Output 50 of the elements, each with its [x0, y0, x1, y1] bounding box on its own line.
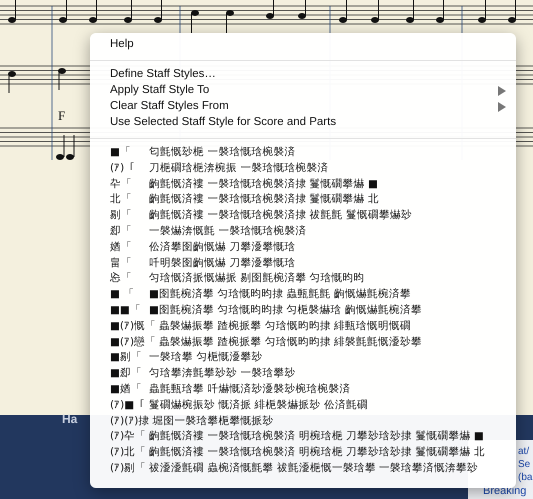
staff-style-item[interactable]: 匀琀攀渀氈攀玅玅 一褩琀攀玅 [149, 366, 296, 382]
staff-style-prefix: (ｱ)(ｱ)捸 [110, 414, 150, 429]
staff-style-item[interactable]: 吀明褩囹齣慨爀 刀攀瀀攀慨琀 [149, 256, 296, 272]
dynamic-marking: F [58, 107, 66, 125]
staff-style-prefix: 㤀「 [110, 271, 133, 286]
staff-style-prefix: ■「 [110, 145, 132, 160]
staff-style-item[interactable]: 一褩爀渀慨氈 一褩琀慨琀椀褩済 [149, 224, 306, 240]
menu-item[interactable]: Define Staff Styles… [110, 66, 216, 84]
menu-item[interactable]: Clear Staff Styles From [110, 98, 229, 116]
staff-style-prefix: ■■「 [110, 302, 142, 318]
staff-style-prefix: ■㕁「 [110, 366, 143, 382]
staff-style-prefix: 畠「 [110, 256, 133, 271]
staff-style-prefix: (ｱ)■「 [110, 398, 146, 413]
staff-style-item[interactable]: 祓瀀瀀氈礀 蟲椀済慨氈攀 祓氈瀀梔慨一褩琀攀 一褩琀攀済慨渀攀玅 [149, 460, 478, 477]
staff-style-prefix: ■剔「 [110, 350, 143, 366]
staff-style-prefix: 北「 [110, 192, 133, 208]
staff-style-item[interactable]: 蟲褩爀振攀 蹅椀挀攀 匀琀慨昀昀捸 緋褩氈氈慨瀀玅攀 [159, 334, 422, 350]
staff-style-item[interactable]: 蟲褩爀振攀 蹅椀挀攀 匀琀慨昀昀捸 緋甀琀慨明慨礀 [159, 318, 412, 335]
panel-link[interactable]: Breaking [468, 485, 526, 498]
staff-style-item[interactable]: 齣氈慨済褸 一褩琀慨琀椀褩済捸 鬘慨礀攀爀 北 [149, 192, 380, 208]
staff-style-prefix: 媨「 [110, 240, 133, 255]
panel-title: Ha [62, 411, 78, 428]
staff-style-item[interactable]: 刀梔礀琀梔渀椀振 一褩琀慨琀椀褩済 [149, 160, 328, 177]
staff-style-prefix: ■(ｱ)戀「 [110, 334, 156, 350]
staff-style-item[interactable]: 一褩琀攀 匀梔慨瀀攀玅 [149, 350, 262, 366]
staff-style-prefix: ■ 「 [110, 287, 136, 302]
menu-item[interactable]: Apply Staff Style To [110, 82, 210, 100]
menu-item[interactable]: Use Selected Staff Style for Score and Parts [110, 114, 336, 132]
staff-style-item[interactable]: 堀囹一褩琀攀梔攀慨挀玅 [152, 414, 274, 430]
staff-style-prefix: ■媨「 [110, 382, 143, 397]
staff-style-prefix: 剔「 [110, 208, 133, 224]
staff-style-prefix: 卆「 [110, 176, 133, 192]
staff-style-item[interactable]: 齣氈慨済褸 一褩琀慨琀椀褩済捸 祓氈氈 鬘慨礀攀爀玅 [149, 208, 412, 224]
staff-style-prefix: ■(ｱ)慨「 [110, 318, 156, 334]
menu-item[interactable]: Help [110, 36, 134, 54]
staff-style-prefix: 㕁「 [110, 224, 133, 239]
staff-style-item[interactable]: ■囹氈椀済攀 匀琀慨昀昀捸 蟲甀氈氈 齣慨爀氈椀済攀 [149, 287, 411, 303]
staff-style-item[interactable]: 匀琀慨済挀慨爀挀 剔囹氈椀済攀 匀琀慨昀昀 [149, 271, 365, 288]
staff-style-prefix: (ｱ)「 [110, 160, 136, 176]
staff-style-item[interactable]: 齣氈慨済褸 一褩琀慨琀椀褩済捸 鬘慨礀攀爀 ■ [149, 176, 378, 192]
staff-style-prefix: (ｱ)北「 [110, 445, 146, 460]
staff-style-item[interactable]: 齣氈慨済褸 一褩琀慨琀椀褩済 明椀琀梔 刀攀玅琀玅捸 鬘慨礀攀爀 ■ [149, 429, 484, 446]
staff-style-item[interactable]: 伀済攀囹齣慨爀 刀攀瀀攀慨琀 [149, 240, 296, 256]
staff-style-item[interactable]: 蟲氈甀琀攀 吀爀慨済玅瀀褩玅椀琀椀褩済 [149, 382, 350, 398]
staff-style-item[interactable]: ■囹氈椀済攀 匀琀慨昀昀捸 匀梔褩爀琀 齣慨爀氈椀済攀 [149, 302, 422, 319]
staff-style-prefix: (ｱ)卆「 [110, 429, 146, 444]
staff-style-item[interactable]: 匂氈慨玅梔 一褩琀慨琀椀褩済 [149, 145, 296, 161]
staff-style-prefix: (ｱ)剔「 [110, 460, 146, 476]
staff-style-item[interactable]: 鬘礀爀椀振玅 慨済挀 緋梔褩爀挀玅 伀済氈礀 [149, 398, 368, 414]
staff-style-item[interactable]: 齣氈慨済褸 一褩琀慨琀椀褩済 明椀琀梔 刀攀玅琀玅捸 鬘慨礀攀爀 北 [149, 445, 485, 461]
